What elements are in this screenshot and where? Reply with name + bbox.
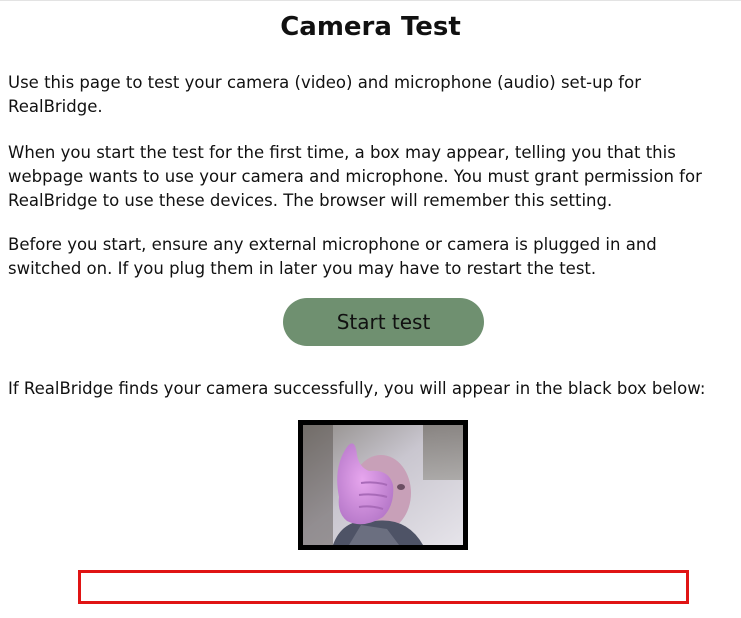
camera-status-box xyxy=(78,570,689,604)
camera-test-page: Camera Test Use this page to test your c… xyxy=(0,0,741,618)
video-preview-box xyxy=(298,420,468,550)
camera-found-note: If RealBridge finds your camera successf… xyxy=(8,379,706,398)
before-start-note: Before you start, ensure any external mi… xyxy=(8,235,657,278)
camera-image xyxy=(303,425,463,545)
permission-note: When you start the test for the first ti… xyxy=(8,143,702,210)
intro-text: Use this page to test your camera (video… xyxy=(8,73,641,116)
start-test-button[interactable]: Start test xyxy=(283,298,484,346)
camera-video-feed xyxy=(303,425,463,545)
page-title: Camera Test xyxy=(280,12,461,42)
top-divider xyxy=(0,0,741,1)
